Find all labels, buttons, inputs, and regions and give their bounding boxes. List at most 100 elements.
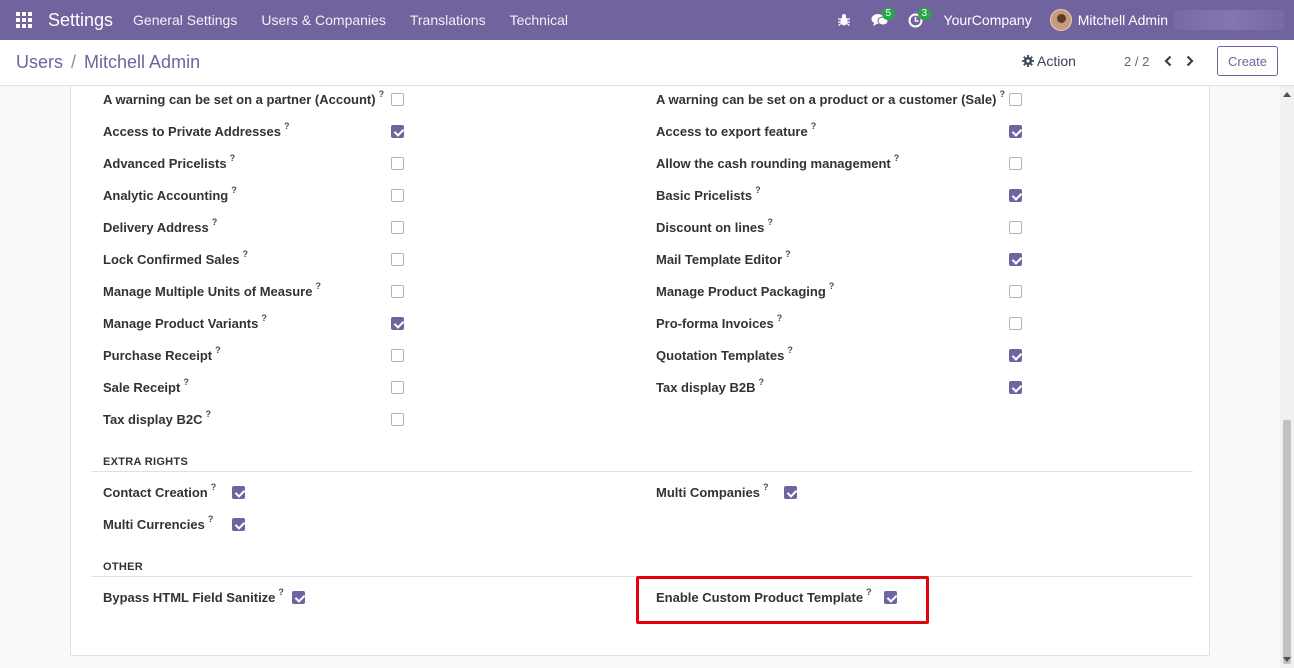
help-tooltip-icon[interactable]: ? — [284, 121, 290, 131]
help-tooltip-icon[interactable]: ? — [763, 482, 769, 492]
pager-next-button[interactable] — [1181, 52, 1199, 70]
checkbox-tax-display-b2c[interactable] — [391, 413, 404, 426]
help-tooltip-icon[interactable]: ? — [212, 217, 218, 227]
help-tooltip-icon[interactable]: ? — [777, 313, 783, 323]
checkbox-manage-multiple-units-of-measure[interactable] — [391, 285, 404, 298]
field-label[interactable]: Bypass HTML Field Sanitize — [103, 590, 275, 605]
checkbox-manage-product-variants[interactable] — [391, 317, 404, 330]
checkbox-advanced-pricelists[interactable] — [391, 157, 404, 170]
help-tooltip-icon[interactable]: ? — [211, 482, 217, 492]
help-tooltip-icon[interactable]: ? — [811, 121, 817, 131]
help-tooltip-icon[interactable]: ? — [787, 345, 793, 355]
help-tooltip-icon[interactable]: ? — [261, 313, 267, 323]
scroll-down-arrow-icon[interactable] — [1283, 657, 1291, 662]
checkbox-discount-on-lines[interactable] — [1009, 221, 1022, 234]
field-label[interactable]: Analytic Accounting — [103, 188, 228, 203]
menu-users-companies[interactable]: Users & Companies — [261, 12, 386, 28]
help-tooltip-icon[interactable]: ? — [215, 345, 221, 355]
messages-icon[interactable]: 5 — [862, 0, 898, 40]
field-label[interactable]: Delivery Address — [103, 220, 209, 235]
checkbox-purchase-receipt[interactable] — [391, 349, 404, 362]
field-label[interactable]: Tax display B2C — [103, 412, 202, 427]
field-label[interactable]: Purchase Receipt — [103, 348, 212, 363]
activities-badge: 3 — [917, 8, 932, 20]
breadcrumb-current: Mitchell Admin — [84, 52, 201, 72]
scroll-thumb[interactable] — [1283, 420, 1291, 664]
field-label[interactable]: Manage Multiple Units of Measure — [103, 284, 312, 299]
help-tooltip-icon[interactable]: ? — [205, 409, 211, 419]
checkbox-sale-receipt[interactable] — [391, 381, 404, 394]
page-scrollbar[interactable] — [1280, 86, 1294, 668]
field-label[interactable]: Advanced Pricelists — [103, 156, 227, 171]
checkbox-a-warning-can-be-set-on-a-partner-account[interactable] — [391, 93, 404, 106]
app-brand[interactable]: Settings — [48, 10, 113, 31]
help-tooltip-icon[interactable]: ? — [829, 281, 835, 291]
checkbox-allow-the-cash-rounding-management[interactable] — [1009, 157, 1022, 170]
checkbox-multi-companies[interactable] — [784, 486, 797, 499]
checkbox-access-to-private-addresses[interactable] — [391, 125, 404, 138]
field-label[interactable]: Manage Product Variants — [103, 316, 258, 331]
field-label[interactable]: Pro-forma Invoices — [656, 316, 774, 331]
field-label[interactable]: Mail Template Editor — [656, 252, 782, 267]
pager-value[interactable]: 2 / 2 — [1124, 54, 1149, 69]
field-label[interactable]: A warning can be set on a product or a c… — [656, 92, 996, 107]
help-tooltip-icon[interactable]: ? — [183, 377, 189, 387]
field-label[interactable]: Allow the cash rounding management — [656, 156, 891, 171]
scroll-up-arrow-icon[interactable] — [1283, 92, 1291, 97]
field-label[interactable]: Tax display B2B — [656, 380, 755, 395]
checkbox-pro-forma-invoices[interactable] — [1009, 317, 1022, 330]
create-button[interactable]: Create — [1217, 46, 1278, 76]
checkbox-analytic-accounting[interactable] — [391, 189, 404, 202]
checkbox-manage-product-packaging[interactable] — [1009, 285, 1022, 298]
action-button[interactable]: Action — [1022, 53, 1076, 69]
field-label[interactable]: Basic Pricelists — [656, 188, 752, 203]
help-tooltip-icon[interactable]: ? — [785, 249, 791, 259]
field-label[interactable]: Multi Companies — [656, 485, 760, 500]
help-tooltip-icon[interactable]: ? — [208, 514, 214, 524]
field-label[interactable]: Discount on lines — [656, 220, 764, 235]
menu-general-settings[interactable]: General Settings — [133, 12, 237, 28]
field-label[interactable]: A warning can be set on a partner (Accou… — [103, 92, 376, 107]
field-label[interactable]: Sale Receipt — [103, 380, 180, 395]
help-tooltip-icon[interactable]: ? — [243, 249, 249, 259]
checkbox-multi-currencies[interactable] — [232, 518, 245, 531]
help-tooltip-icon[interactable]: ? — [758, 377, 764, 387]
field-label[interactable]: Access to export feature — [656, 124, 808, 139]
checkbox-lock-confirmed-sales[interactable] — [391, 253, 404, 266]
help-tooltip-icon[interactable]: ? — [278, 587, 284, 597]
breadcrumb-users-link[interactable]: Users — [16, 52, 63, 72]
field-label[interactable]: Access to Private Addresses — [103, 124, 281, 139]
help-tooltip-icon[interactable]: ? — [767, 217, 773, 227]
menu-technical[interactable]: Technical — [510, 12, 568, 28]
field-label[interactable]: Multi Currencies — [103, 517, 205, 532]
checkbox-delivery-address[interactable] — [391, 221, 404, 234]
company-switcher[interactable]: YourCompany — [944, 12, 1032, 28]
activities-clock-icon[interactable]: 3 — [898, 0, 934, 40]
help-tooltip-icon[interactable]: ? — [230, 153, 236, 163]
checkbox-contact-creation[interactable] — [232, 486, 245, 499]
breadcrumb-separator: / — [71, 52, 77, 72]
checkbox-bypass-html-field-sanitize[interactable] — [292, 591, 305, 604]
menu-translations[interactable]: Translations — [410, 12, 486, 28]
help-tooltip-icon[interactable]: ? — [999, 89, 1005, 99]
field-label[interactable]: Manage Product Packaging — [656, 284, 826, 299]
redacted-area — [1174, 10, 1284, 30]
apps-menu-icon[interactable] — [0, 0, 48, 40]
checkbox-mail-template-editor[interactable] — [1009, 253, 1022, 266]
help-tooltip-icon[interactable]: ? — [315, 281, 321, 291]
field-label[interactable]: Lock Confirmed Sales — [103, 252, 240, 267]
checkbox-a-warning-can-be-set-on-a-product-or-a-customer-sale[interactable] — [1009, 93, 1022, 106]
checkbox-access-to-export-feature[interactable] — [1009, 125, 1022, 138]
help-tooltip-icon[interactable]: ? — [231, 185, 237, 195]
user-menu[interactable]: Mitchell Admin — [1049, 9, 1294, 31]
checkbox-quotation-templates[interactable] — [1009, 349, 1022, 362]
help-tooltip-icon[interactable]: ? — [894, 153, 900, 163]
checkbox-tax-display-b2b[interactable] — [1009, 381, 1022, 394]
pager-previous-button[interactable] — [1159, 52, 1177, 70]
field-label[interactable]: Contact Creation — [103, 485, 208, 500]
field-label[interactable]: Quotation Templates — [656, 348, 784, 363]
help-tooltip-icon[interactable]: ? — [379, 89, 385, 99]
checkbox-basic-pricelists[interactable] — [1009, 189, 1022, 202]
debug-bug-icon[interactable] — [826, 0, 862, 40]
help-tooltip-icon[interactable]: ? — [755, 185, 761, 195]
